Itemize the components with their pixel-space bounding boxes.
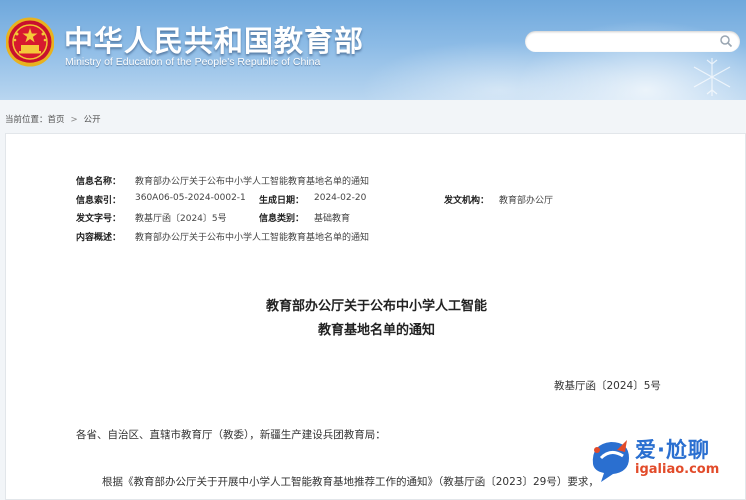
meta-value-summary: 教育部办公厅关于公布中小学人工智能教育基地名单的通知 bbox=[135, 232, 370, 243]
meta-key-name: 信息名称： bbox=[76, 177, 122, 187]
site-subtitle: Ministry of Education of the People's Re… bbox=[65, 56, 321, 68]
meta-key-docno: 发文字号： bbox=[76, 214, 122, 224]
meta-key-issuer: 发文机构： bbox=[444, 195, 490, 206]
meta-value-name: 教育部办公厅关于公布中小学人工智能教育基地名单的通知 bbox=[135, 177, 370, 187]
search-icon[interactable] bbox=[719, 34, 733, 48]
watermark-url: igaliao.com bbox=[635, 462, 720, 477]
site-title[interactable]: 中华人民共和国教育部 bbox=[64, 18, 364, 60]
snowflake-decoration-icon bbox=[693, 58, 731, 96]
meta-key-summary: 内容概述： bbox=[76, 232, 122, 243]
breadcrumb-label: 当前位置： bbox=[5, 115, 48, 125]
document-paragraph: 根据《教育部办公厅关于开展中小学人工智能教育基地推荐工作的通知》（教基厅函〔20… bbox=[102, 476, 599, 488]
document-salutation: 各省、自治区、直辖市教育厅（教委），新疆生产建设兵团教育局： bbox=[76, 429, 386, 441]
document-title-line1: 教育部办公厅关于公布中小学人工智能 bbox=[265, 299, 487, 314]
document-title-line2: 教育基地名单的通知 bbox=[317, 323, 435, 338]
search-input[interactable] bbox=[525, 31, 740, 52]
watermark-text: 爱·尬聊 bbox=[635, 438, 710, 462]
chat-bubble-logo-icon bbox=[592, 440, 629, 482]
meta-value-issuer: 教育部办公厅 bbox=[499, 195, 554, 206]
meta-key-date: 生成日期： bbox=[259, 195, 305, 206]
breadcrumb-separator: > bbox=[70, 115, 78, 125]
breadcrumb-section-link[interactable]: 公开 bbox=[84, 115, 101, 125]
meta-value-category: 基础教育 bbox=[314, 214, 351, 224]
meta-value-index: 360A06-05-2024-0002-1 bbox=[135, 192, 246, 203]
breadcrumb: 当前位置：首页 > 公开 bbox=[5, 113, 101, 125]
site-header: 中华人民共和国教育部 Ministry of Education of the … bbox=[0, 0, 746, 100]
national-emblem-icon[interactable] bbox=[6, 16, 54, 68]
meta-value-docno: 教基厅函〔2024〕5号 bbox=[135, 214, 227, 224]
meta-key-index: 信息索引： bbox=[76, 195, 122, 206]
site-watermark: 爱·尬聊 igaliao.com bbox=[585, 432, 745, 488]
breadcrumb-home-link[interactable]: 首页 bbox=[48, 115, 65, 125]
document-number: 教基厅函〔2024〕5号 bbox=[554, 380, 661, 392]
meta-value-date: 2024-02-20 bbox=[314, 192, 367, 203]
meta-key-category: 信息类别： bbox=[259, 214, 305, 224]
